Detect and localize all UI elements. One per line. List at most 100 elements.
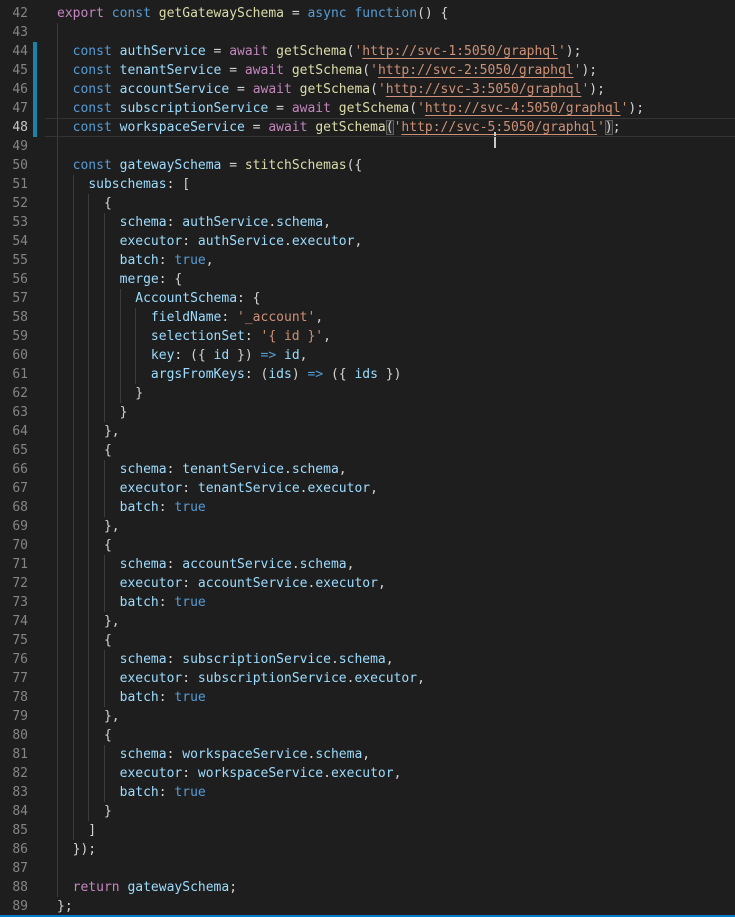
code-line[interactable]: 88 return gatewaySchema;: [0, 878, 735, 897]
code-line[interactable]: 74 },: [0, 612, 735, 631]
code-line[interactable]: 64 },: [0, 422, 735, 441]
code-line[interactable]: 46 const accountService = await getSchem…: [0, 80, 735, 99]
code-line[interactable]: 85 ]: [0, 821, 735, 840]
code-line[interactable]: 89};: [0, 897, 735, 916]
token: ': [417, 101, 425, 116]
code-line[interactable]: 79 },: [0, 707, 735, 726]
line-number: 66: [0, 460, 28, 479]
token: ,: [386, 652, 394, 667]
code-text: const authService = await getSchema('htt…: [37, 42, 735, 61]
code-line[interactable]: 54 executor: authService.executor,: [0, 232, 735, 251]
code-line[interactable]: 45 const tenantService = await getSchema…: [0, 61, 735, 80]
token: {: [57, 196, 112, 211]
code-line[interactable]: 56 merge: {: [0, 270, 735, 289]
code-line[interactable]: 49: [0, 137, 735, 156]
token: executor: [354, 671, 417, 686]
code-line[interactable]: 78 batch: true: [0, 688, 735, 707]
code-line[interactable]: 69 },: [0, 517, 735, 536]
indent-guide: [57, 840, 58, 859]
code-line[interactable]: 86 });: [0, 840, 735, 859]
code-line[interactable]: 75 {: [0, 631, 735, 650]
token: :: [167, 462, 183, 477]
code-line[interactable]: 51 subschemas: [: [0, 175, 735, 194]
code-line[interactable]: 55 batch: true,: [0, 251, 735, 270]
code-line[interactable]: 43: [0, 23, 735, 42]
code-line[interactable]: 58 fieldName: '_account',: [0, 308, 735, 327]
code-line[interactable]: 47 const subscriptionService = await get…: [0, 99, 735, 118]
code-line[interactable]: 71 schema: accountService.schema,: [0, 555, 735, 574]
code-text: {: [37, 194, 735, 213]
indent-guide: [57, 118, 58, 137]
indent-guide: [57, 631, 58, 650]
token: }: [57, 405, 127, 420]
code-line[interactable]: 80 {: [0, 726, 735, 745]
code-line[interactable]: 65 {: [0, 441, 735, 460]
code-line[interactable]: 87: [0, 859, 735, 878]
line-number: 64: [0, 422, 28, 441]
code-line[interactable]: 82 executor: workspaceService.executor,: [0, 764, 735, 783]
token: [57, 44, 73, 59]
indent-guide: [73, 289, 74, 308]
code-line[interactable]: 59 selectionSet: '{ id }',: [0, 327, 735, 346]
code-line[interactable]: 76 schema: subscriptionService.schema,: [0, 650, 735, 669]
line-number: 74: [0, 612, 28, 631]
code-line[interactable]: 66 schema: tenantService.schema,: [0, 460, 735, 479]
code-line[interactable]: 42export const getGatewaySchema = async …: [0, 4, 735, 23]
code-line[interactable]: 70 {: [0, 536, 735, 555]
token: =: [221, 63, 244, 78]
token: accountService: [120, 82, 230, 97]
code-line[interactable]: 63 }: [0, 403, 735, 422]
code-line[interactable]: 50 const gatewaySchema = stitchSchemas({: [0, 156, 735, 175]
indent-guide: [73, 213, 74, 232]
code-line[interactable]: 73 batch: true: [0, 593, 735, 612]
indent-guide: [73, 308, 74, 327]
line-number: 87: [0, 859, 28, 878]
token: ]: [57, 823, 96, 838]
token: true: [174, 595, 205, 610]
code-line[interactable]: 77 executor: subscriptionService.executo…: [0, 669, 735, 688]
code-line[interactable]: 57 AccountSchema: {: [0, 289, 735, 308]
token: true: [174, 500, 205, 515]
code-line[interactable]: 83 batch: true: [0, 783, 735, 802]
token: [112, 120, 120, 135]
token: ids: [268, 367, 291, 382]
code-line[interactable]: 44 const authService = await getSchema('…: [0, 42, 735, 61]
indent-guide: [104, 365, 105, 384]
line-number: 51: [0, 175, 28, 194]
token: schema: [120, 557, 167, 572]
code-line[interactable]: 61 argsFromKeys: (ids) => ({ ids }): [0, 365, 735, 384]
token: executor: [315, 576, 378, 591]
indent-guide: [88, 802, 89, 821]
token: await: [229, 44, 268, 59]
token: const: [73, 82, 112, 97]
token: : (: [245, 367, 268, 382]
code-line[interactable]: 84 }: [0, 802, 735, 821]
token: =: [284, 6, 307, 21]
code-line[interactable]: 67 executor: tenantService.executor,: [0, 479, 735, 498]
code-line[interactable]: 81 schema: workspaceService.schema,: [0, 745, 735, 764]
indent-guide: [73, 232, 74, 251]
token: schema: [292, 462, 339, 477]
token: http://svc-3:5050/graphql: [386, 82, 582, 97]
token: ,: [315, 310, 323, 325]
indent-guide: [57, 251, 58, 270]
code-line[interactable]: 52 {: [0, 194, 735, 213]
code-line[interactable]: 68 batch: true: [0, 498, 735, 517]
code-text: const tenantService = await getSchema('h…: [37, 61, 735, 80]
token: ,: [206, 253, 214, 268]
code-line[interactable]: 53 schema: authService.schema,: [0, 213, 735, 232]
indent-guide: [104, 764, 105, 783]
code-line[interactable]: 60 key: ({ id }) => id,: [0, 346, 735, 365]
indent-guide: [73, 593, 74, 612]
token: [112, 82, 120, 97]
indent-guide: [57, 232, 58, 251]
code-text: schema: accountService.schema,: [37, 555, 735, 574]
token: [57, 158, 73, 173]
code-line[interactable]: 48 const workspaceService = await getSch…: [0, 118, 735, 137]
code-line[interactable]: 62 }: [0, 384, 735, 403]
indent-guide: [57, 593, 58, 612]
indent-guide: [57, 650, 58, 669]
code-line[interactable]: 72 executor: accountService.executor,: [0, 574, 735, 593]
indent-guide: [73, 460, 74, 479]
token: [331, 101, 339, 116]
